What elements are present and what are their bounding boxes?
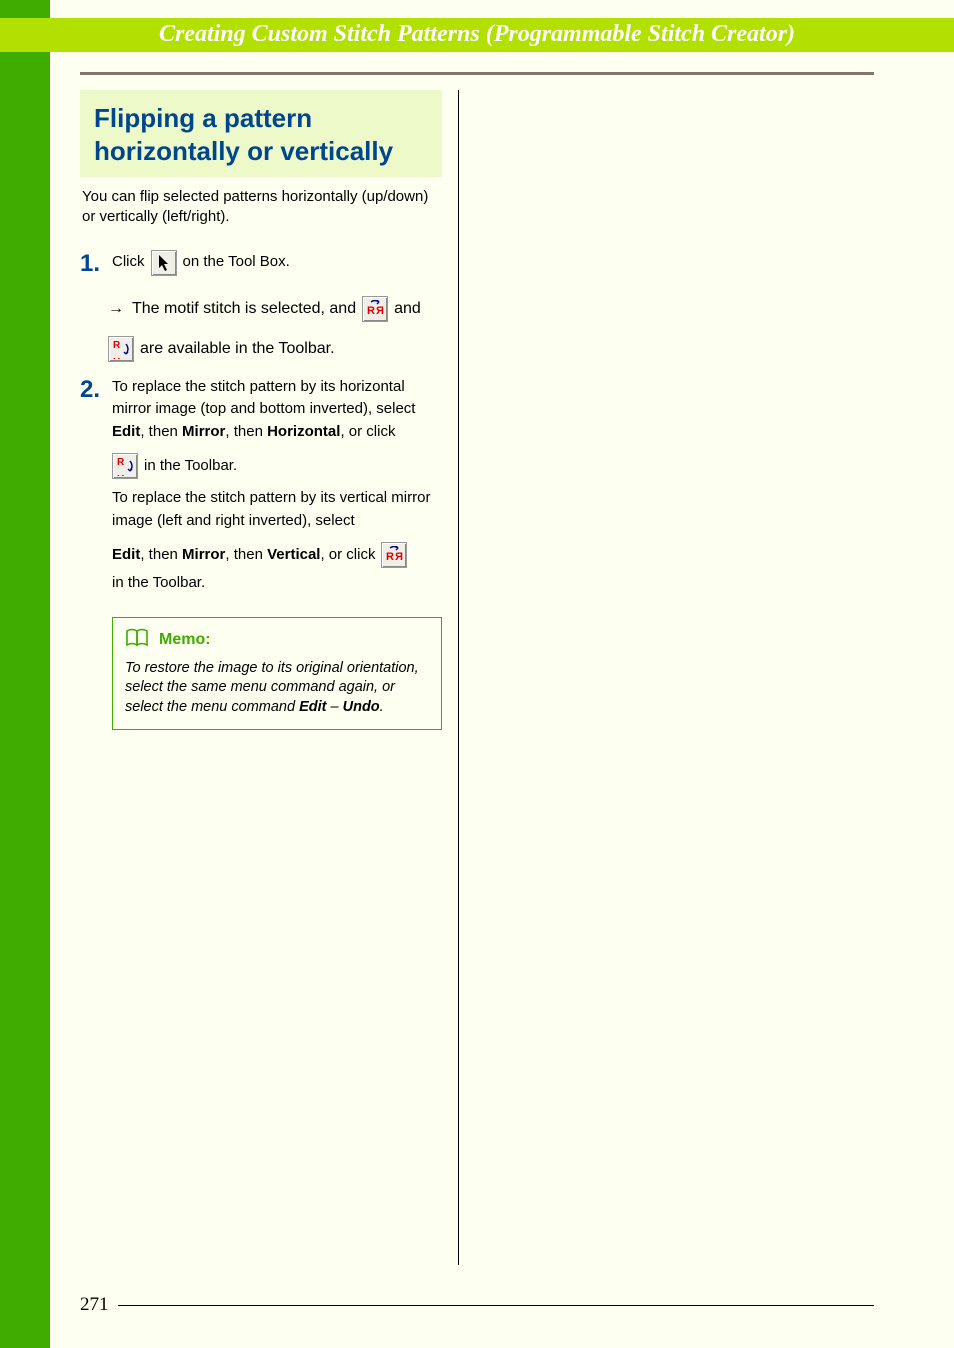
step-number-1: 1. — [80, 250, 112, 276]
column-divider — [458, 90, 459, 1265]
mirror-vertical-icon: R R — [381, 542, 407, 568]
step1-result-mid: and — [394, 300, 421, 318]
section-heading-box: Flipping a pattern horizontally or verti… — [80, 90, 442, 177]
left-column: Flipping a pattern horizontally or verti… — [80, 90, 458, 1265]
step-number-2: 2. — [80, 376, 112, 402]
memo-box: Memo: To restore the image to its origin… — [112, 617, 442, 731]
mirror-vertical-icon: R R — [362, 296, 388, 322]
svg-text:R: R — [386, 551, 394, 563]
memo-label: Memo: — [159, 631, 211, 649]
page-content: Flipping a pattern horizontally or verti… — [80, 90, 874, 1265]
step1-click-text: Click — [112, 251, 145, 274]
svg-text:R: R — [367, 305, 375, 317]
step2-horizontal-instruction: To replace the stitch pattern by its hor… — [112, 376, 442, 444]
page-number: 271 — [80, 1294, 109, 1316]
step-2: 2. To replace the stitch pattern by its … — [80, 376, 442, 605]
chapter-title: Creating Custom Stitch Patterns (Program… — [0, 18, 954, 48]
header-divider — [80, 72, 874, 75]
memo-body: To restore the image to its original ori… — [125, 659, 429, 718]
svg-text:R: R — [395, 551, 403, 563]
step1-result-pre: The motif stitch is selected, and — [132, 300, 356, 318]
result-arrow-icon: → — [108, 300, 124, 318]
step2-h-tail: in the Toolbar. — [144, 455, 237, 478]
svg-text:R: R — [113, 355, 121, 359]
mirror-horizontal-icon: R R — [108, 336, 134, 362]
svg-text:R: R — [117, 457, 125, 468]
footer-line — [118, 1305, 874, 1306]
left-green-stripe — [0, 0, 50, 1348]
section-intro: You can flip selected patterns horizonta… — [82, 187, 440, 228]
svg-text:R: R — [376, 305, 384, 317]
step2-v-menu-path: Edit, then Mirror, then Vertical, or cli… — [112, 544, 375, 567]
step-1: 1. Click on the Tool Box. — [80, 250, 442, 284]
pointer-tool-icon — [151, 250, 177, 276]
step1-result-post: are available in the Toolbar. — [140, 340, 335, 358]
mirror-horizontal-icon: R R — [112, 453, 138, 479]
memo-book-icon — [125, 628, 151, 653]
step2-v-tail: in the Toolbar. — [112, 572, 442, 595]
step1-toolbox-text: on the Tool Box. — [183, 251, 290, 274]
section-heading: Flipping a pattern horizontally or verti… — [94, 102, 428, 167]
step1-result: → The motif stitch is selected, and R R … — [108, 296, 442, 362]
svg-text:R: R — [113, 340, 121, 351]
step2-vertical-instruction: To replace the stitch pattern by its ver… — [112, 487, 442, 532]
svg-text:R: R — [117, 472, 125, 476]
